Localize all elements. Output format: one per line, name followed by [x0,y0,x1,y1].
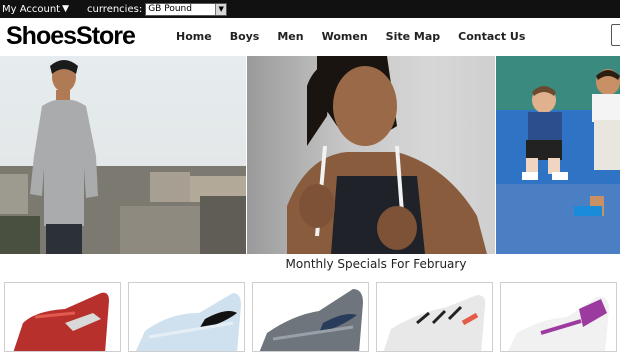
currency-selected-value: GB Pound [148,3,192,14]
product-card[interactable] [252,282,369,352]
nav-men[interactable]: Men [277,30,303,43]
currency-select[interactable]: GB Pound ▼ [145,2,228,16]
top-bar: My Account ▼ currencies: GB Pound ▼ [0,0,620,18]
chevron-down-icon: ▼ [215,3,227,15]
nav-home[interactable]: Home [176,30,212,43]
hero-boys-image [496,56,620,254]
zebra-sneaker-image [383,295,486,351]
grey-sneaker-image [259,289,363,351]
product-card[interactable] [376,282,493,352]
hero-women-image [287,56,487,254]
currencies-label: currencies: [87,3,143,15]
my-account-label: My Account [2,3,61,15]
monthly-specials-heading: Monthly Specials For February [285,257,467,271]
light-blue-sneaker-image [135,293,241,351]
main-navigation: Home Boys Men Women Site Map Contact Us [176,30,525,43]
nav-boys[interactable]: Boys [230,30,260,43]
hero-banner-boys[interactable] [496,56,620,254]
product-list [0,282,620,352]
product-card[interactable] [128,282,245,352]
search-box[interactable] [611,24,620,46]
hero-men-image [0,60,246,254]
nav-women[interactable]: Women [322,30,368,43]
purple-sneaker-image [508,296,609,351]
caret-down-icon: ▼ [62,4,70,14]
site-header: ShoesStore Home Boys Men Women Site Map … [0,18,620,56]
red-sneaker-image [13,292,109,351]
site-logo[interactable]: ShoesStore [6,22,136,51]
product-card[interactable] [4,282,121,352]
nav-contact-us[interactable]: Contact Us [458,30,525,43]
product-card[interactable] [500,282,617,352]
hero-banner-men[interactable] [0,56,246,254]
nav-site-map[interactable]: Site Map [386,30,440,43]
my-account-menu[interactable]: My Account ▼ [0,4,69,15]
hero-banner-women[interactable] [247,56,495,254]
